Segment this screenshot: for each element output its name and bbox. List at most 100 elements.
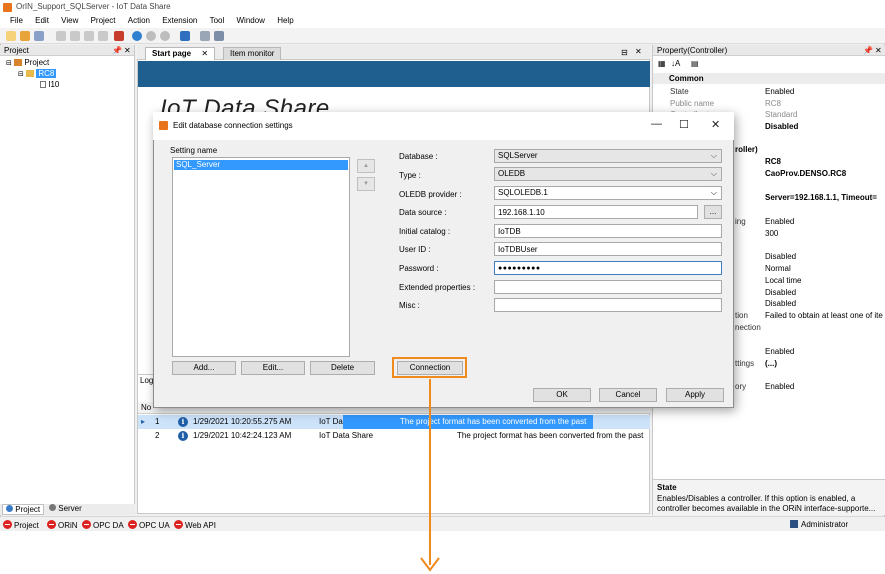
new-file-icon[interactable] xyxy=(6,31,16,41)
tree-child[interactable]: I10 xyxy=(40,80,59,90)
pin-icon[interactable]: 📌 xyxy=(112,45,122,56)
status-opc-ua[interactable]: OPC UA xyxy=(128,520,170,531)
password-label: Password : xyxy=(399,264,439,273)
menu-action[interactable]: Action xyxy=(128,16,150,25)
pin-icon[interactable]: 📌 xyxy=(863,45,873,56)
type-select[interactable]: OLEDB ⌵ xyxy=(494,167,722,181)
userid-input[interactable] xyxy=(494,242,722,256)
prop-value-c6[interactable]: Normal xyxy=(765,264,791,273)
delete-button[interactable]: Delete xyxy=(310,361,375,375)
prop-key-c14: ory xyxy=(735,382,747,391)
menu-file[interactable]: File xyxy=(10,16,23,25)
prop-value-common-3[interactable]: Disabled xyxy=(765,122,798,131)
close-icon[interactable]: ✕ xyxy=(124,45,131,56)
tab-close-icon[interactable]: ✕ xyxy=(201,49,208,58)
minimize-icon[interactable]: — xyxy=(651,118,662,130)
prop-value-c7[interactable]: Local time xyxy=(765,276,801,285)
ok-button[interactable]: OK xyxy=(533,388,591,402)
move-down-button[interactable]: ▼ xyxy=(357,177,375,191)
tab-start-page[interactable]: Start page ✕ xyxy=(145,47,216,60)
close-icon[interactable]: ✕ xyxy=(711,118,720,131)
tools-icon[interactable] xyxy=(200,31,210,41)
prop-value-c1[interactable]: CaoProv.DENSO.RC8 xyxy=(765,169,846,178)
play-icon[interactable] xyxy=(132,31,142,41)
prop-value-c12[interactable]: Enabled xyxy=(765,347,794,356)
menu-window[interactable]: Window xyxy=(237,16,265,25)
paste-icon[interactable] xyxy=(84,31,94,41)
prop-value-c8[interactable]: Disabled xyxy=(765,288,796,297)
property-pages-icon[interactable]: ▤ xyxy=(691,59,699,68)
tree-root[interactable]: ⊟ Project xyxy=(6,58,49,68)
stop-icon[interactable] xyxy=(160,31,170,41)
add-button[interactable]: Add... xyxy=(172,361,236,375)
toolbar xyxy=(0,28,885,44)
stopped-icon xyxy=(128,520,137,529)
maximize-icon[interactable]: ☐ xyxy=(679,118,689,131)
status-orin[interactable]: ORiN xyxy=(47,520,78,531)
prop-value-c9[interactable]: Disabled xyxy=(765,299,796,308)
status-bar: Project ORiN OPC DA OPC UA Web API Admin… xyxy=(0,516,885,531)
menu-extension[interactable]: Extension xyxy=(162,16,197,25)
open-folder-icon[interactable] xyxy=(20,31,30,41)
tab-server-bottom[interactable]: Server xyxy=(46,504,85,515)
sort-alpha-icon[interactable]: ↓A xyxy=(671,59,680,68)
menu-help[interactable]: Help xyxy=(277,16,293,25)
menu-project[interactable]: Project xyxy=(91,16,116,25)
browse-button[interactable]: ... xyxy=(704,205,722,219)
settings-icon[interactable] xyxy=(214,31,224,41)
copy-icon[interactable] xyxy=(70,31,80,41)
prop-value-c5[interactable]: Disabled xyxy=(765,252,796,261)
prop-value-c3[interactable]: Enabled xyxy=(765,217,794,226)
table-row[interactable]: ▸ 1 i 1/29/2021 10:20:55.275 AM IoT Data… xyxy=(138,415,650,429)
document-tabs: Start page ✕ Item monitor ⊟ ✕ xyxy=(137,45,650,60)
menu-tool[interactable]: Tool xyxy=(210,16,225,25)
password-input[interactable]: ●●●●●●●●● xyxy=(494,261,722,275)
prop-value-state[interactable]: Enabled xyxy=(765,87,794,96)
status-web-api[interactable]: Web API xyxy=(174,520,216,531)
edit-button[interactable]: Edit... xyxy=(241,361,305,375)
property-category-common[interactable]: Common xyxy=(653,73,885,84)
catalog-input[interactable] xyxy=(494,224,722,238)
close-icon[interactable]: ✕ xyxy=(875,45,882,56)
provider-select[interactable]: SQLOLEDB.1 ⌵ xyxy=(494,186,722,200)
status-project[interactable]: Project xyxy=(3,520,39,531)
table-row[interactable]: 2 i 1/29/2021 10:42:24.123 AM IoT Data S… xyxy=(138,429,650,443)
monitor-icon[interactable] xyxy=(180,31,190,41)
cut-icon[interactable] xyxy=(56,31,66,41)
list-item[interactable]: SQL_Server xyxy=(174,160,348,170)
tab-list-icon[interactable]: ⊟ xyxy=(621,48,628,57)
menu-edit[interactable]: Edit xyxy=(35,16,49,25)
misc-input[interactable] xyxy=(494,298,722,312)
pause-icon[interactable] xyxy=(146,31,156,41)
tree-controller[interactable]: ⊟ RC8 xyxy=(18,69,57,79)
extended-input[interactable] xyxy=(494,280,722,294)
expand-icon[interactable]: ⊟ xyxy=(6,60,12,67)
move-up-button[interactable]: ▲ xyxy=(357,159,375,173)
categorized-icon[interactable]: ▦ xyxy=(658,59,666,68)
save-icon[interactable] xyxy=(34,31,44,41)
tab-item-monitor[interactable]: Item monitor xyxy=(223,47,282,60)
database-select[interactable]: SQLServer ⌵ xyxy=(494,149,722,163)
prop-value-c2[interactable]: Server=192.168.1.1, Timeout= xyxy=(765,193,885,202)
cancel-button[interactable]: Cancel xyxy=(599,388,657,402)
apply-button[interactable]: Apply xyxy=(666,388,724,402)
toolbox-icon[interactable] xyxy=(114,31,124,41)
prop-key-c13: ttings xyxy=(735,359,755,368)
tab-project-bottom[interactable]: Project xyxy=(2,504,45,515)
menu-view[interactable]: View xyxy=(61,16,78,25)
property-category-controller[interactable]: roller) xyxy=(735,145,758,154)
prop-value-c4[interactable]: 300 xyxy=(765,229,778,238)
prop-value-c0[interactable]: RC8 xyxy=(765,157,781,166)
status-opc-da[interactable]: OPC DA xyxy=(82,520,124,531)
status-user: Administrator xyxy=(790,520,848,530)
list-item-label: SQL_Server xyxy=(176,160,221,169)
prop-value-c10[interactable]: Failed to obtain at least one of ite xyxy=(765,311,885,320)
setting-name-list[interactable]: SQL_Server xyxy=(172,157,350,357)
datasource-input[interactable] xyxy=(494,205,698,219)
title-bar: OrIN_Support_SQLServer - IoT Data Share xyxy=(0,0,885,15)
prop-value-c13[interactable]: (...) xyxy=(765,359,777,368)
prop-value-c14[interactable]: Enabled xyxy=(765,382,794,391)
doc-close-icon[interactable]: ✕ xyxy=(635,47,642,56)
expand-icon[interactable]: ⊟ xyxy=(18,71,24,78)
delete-icon[interactable] xyxy=(98,31,108,41)
